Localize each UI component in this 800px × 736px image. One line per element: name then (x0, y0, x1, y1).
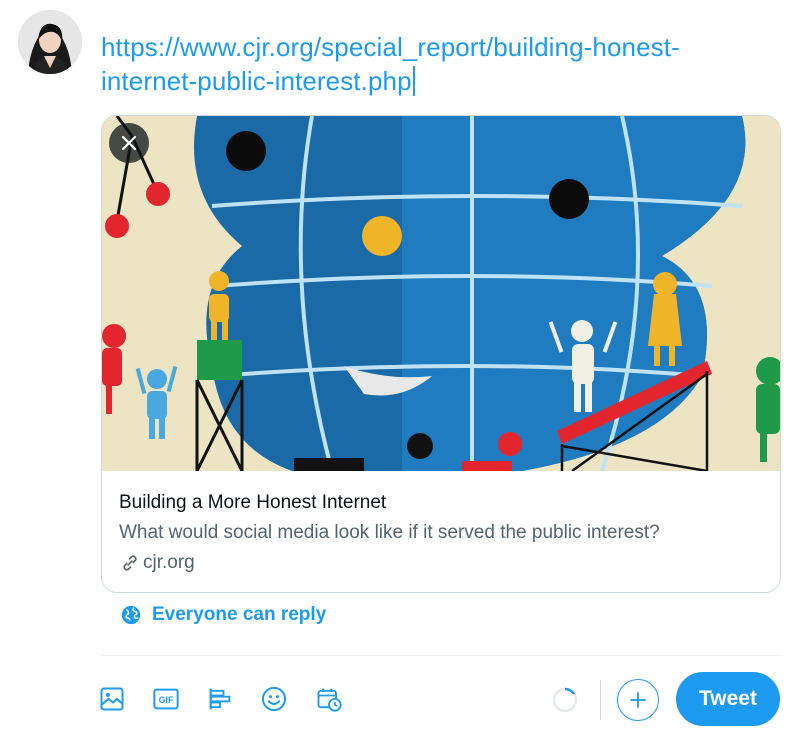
link-icon (123, 555, 137, 571)
card-domain-text: cjr.org (143, 552, 195, 573)
plus-icon (630, 692, 646, 708)
schedule-button[interactable] (314, 684, 344, 714)
gif-text: GIF (159, 695, 174, 705)
close-icon (121, 135, 137, 151)
card-domain: cjr.org (119, 551, 759, 575)
add-tweet-button[interactable] (617, 679, 659, 721)
poll-icon (209, 688, 231, 710)
avatar-photo (18, 10, 82, 74)
schedule-icon (317, 688, 342, 712)
card-image (102, 116, 780, 471)
card-meta: Building a More Honest Internet What wou… (119, 491, 759, 575)
globe-icon (121, 605, 141, 625)
card-title: Building a More Honest Internet (119, 492, 387, 513)
add-emoji-button[interactable] (259, 684, 289, 714)
image-icon (100, 687, 124, 711)
remove-card-button[interactable] (109, 123, 149, 163)
toolbar-separator (600, 680, 601, 720)
card-description: What would social media look like if it … (119, 522, 660, 543)
tweet-text-input[interactable]: https://www.cjr.org/special_report/build… (101, 30, 761, 98)
add-gif-button[interactable]: GIF (151, 684, 181, 714)
gif-icon: GIF (153, 688, 179, 710)
add-poll-button[interactable] (205, 684, 235, 714)
add-media-button[interactable] (97, 684, 127, 714)
tweet-button[interactable]: Tweet (676, 672, 780, 726)
text-caret (412, 66, 415, 96)
link-preview-card[interactable]: Building a More Honest Internet What wou… (101, 115, 781, 593)
emoji-icon (261, 686, 287, 712)
character-count-ring (552, 687, 578, 713)
tweet-text: https://www.cjr.org/special_report/build… (101, 32, 680, 96)
divider (101, 655, 781, 656)
reply-setting-button[interactable]: Everyone can reply (120, 604, 326, 626)
reply-setting-label: Everyone can reply (152, 604, 327, 625)
avatar[interactable] (18, 10, 82, 74)
